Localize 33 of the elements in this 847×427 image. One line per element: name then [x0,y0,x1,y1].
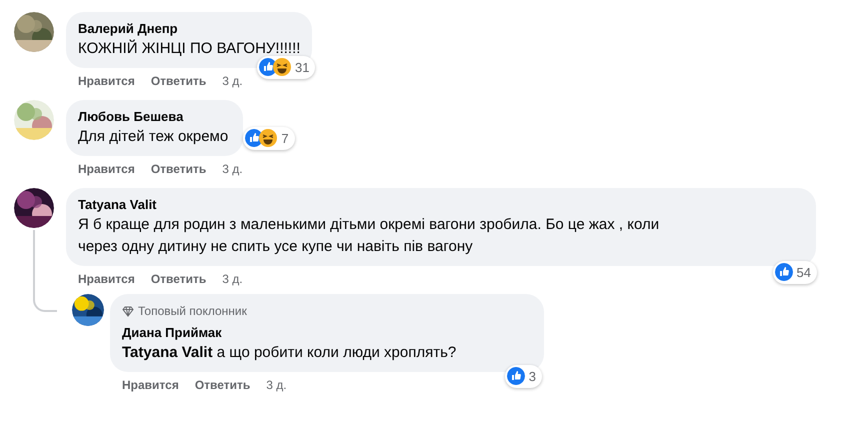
reaction-summary[interactable]: 7 [243,126,295,150]
like-link[interactable]: Нравится [122,376,179,394]
diamond-icon [122,306,134,316]
reaction-count: 54 [796,264,811,282]
reaction-count: 31 [294,58,310,76]
fan-label: Топовый поклонник [138,303,247,320]
like-link[interactable]: Нравится [78,72,135,90]
laughing-face-icon [272,58,291,76]
author-name[interactable]: Диана Приймак [122,324,532,342]
reaction-count: 3 [528,368,536,386]
timestamp[interactable]: 3 д. [266,376,287,394]
laughing-face-icon [259,129,278,148]
author-name[interactable]: Tatyana Valit [78,196,804,214]
comment-text: Для дітей теж окремо [78,127,230,147]
reply-link[interactable]: Ответить [194,376,250,394]
like-link[interactable]: Нравится [78,160,135,178]
timestamp[interactable]: 3 д. [222,160,243,178]
reaction-summary[interactable]: 3 [504,364,542,388]
author-name[interactable]: Любовь Бешева [78,108,231,126]
reply-link[interactable]: Ответить [150,160,206,178]
comment-text: Tatyana Valit а що робити коли люди хроплять? [122,343,458,363]
reply-link[interactable]: Ответить [150,72,206,90]
like-link[interactable]: Нравится [78,270,135,288]
thumbs-up-icon [506,367,525,386]
reaction-count: 7 [281,130,289,148]
timestamp[interactable]: 3 д. [222,270,243,288]
timestamp[interactable]: 3 д. [222,72,243,90]
thumbs-up-icon [774,263,793,282]
reply-link[interactable]: Ответить [150,270,206,288]
author-name[interactable]: Валерий Днепр [78,20,300,38]
reaction-summary[interactable]: 31 [256,56,316,79]
reaction-summary[interactable]: 54 [772,260,817,284]
comment-text: Я б краще для родин з маленькими дітьми окремі вагони зробила. Бо це жах , коли через одну дитину не спить усе купе чи навіть пів вагону [78,215,660,257]
